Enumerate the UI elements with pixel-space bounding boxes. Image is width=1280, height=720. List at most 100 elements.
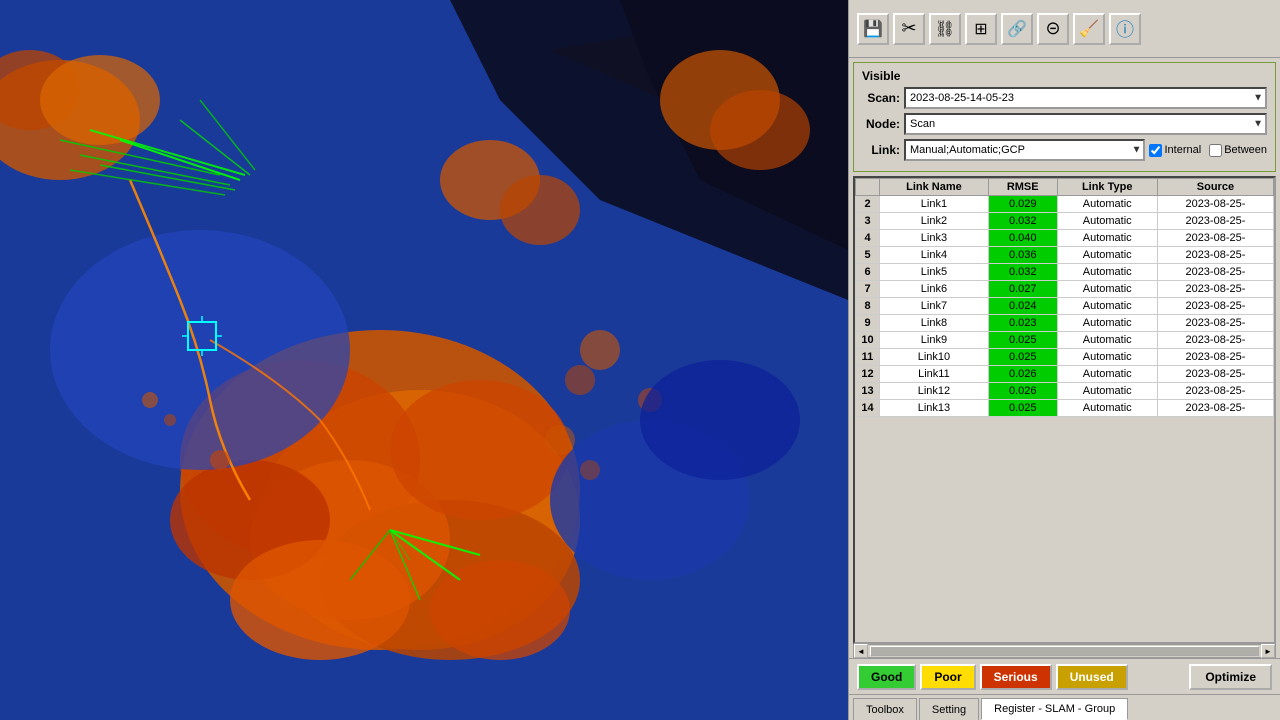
grid-button[interactable]: ⊞ xyxy=(965,13,997,45)
optimize-button[interactable]: Optimize xyxy=(1189,664,1272,690)
cell-source: 2023-08-25- xyxy=(1157,213,1273,230)
tab-setting[interactable]: Setting xyxy=(919,698,979,720)
cell-index: 6 xyxy=(856,264,880,281)
info-button[interactable]: ⓘ xyxy=(1109,13,1141,45)
chain-button[interactable]: 🔗 xyxy=(1001,13,1033,45)
table-header-row: Link Name RMSE Link Type Source xyxy=(856,179,1274,196)
cell-index: 4 xyxy=(856,230,880,247)
table-row[interactable]: 12 Link11 0.026 Automatic 2023-08-25- xyxy=(856,366,1274,383)
cell-name: Link11 xyxy=(880,366,989,383)
scroll-thumb[interactable] xyxy=(870,646,1259,656)
table-row[interactable]: 5 Link4 0.036 Automatic 2023-08-25- xyxy=(856,247,1274,264)
node-label: Node: xyxy=(862,117,900,131)
table-row[interactable]: 14 Link13 0.025 Automatic 2023-08-25- xyxy=(856,400,1274,417)
scan-dropdown[interactable]: 2023-08-25-14-05-23 ▼ xyxy=(904,87,1267,109)
table-scroll[interactable]: Link Name RMSE Link Type Source 2 Link1 … xyxy=(853,176,1276,644)
col-rmse: RMSE xyxy=(988,179,1057,196)
link-value: Manual;Automatic;GCP xyxy=(910,144,1025,156)
node-row: Node: Scan ▼ xyxy=(862,113,1267,135)
node-dropdown[interactable]: Scan ▼ xyxy=(904,113,1267,135)
col-link-name: Link Name xyxy=(880,179,989,196)
cell-rmse: 0.023 xyxy=(988,315,1057,332)
cell-name: Link9 xyxy=(880,332,989,349)
cell-source: 2023-08-25- xyxy=(1157,264,1273,281)
legend-good-button[interactable]: Good xyxy=(857,664,916,690)
cell-index: 7 xyxy=(856,281,880,298)
link-dropdown[interactable]: Manual;Automatic;GCP ▼ xyxy=(904,139,1145,161)
cell-rmse: 0.032 xyxy=(988,264,1057,281)
cell-type: Automatic xyxy=(1057,230,1157,247)
scroll-right-button[interactable]: ► xyxy=(1261,644,1275,658)
internal-checkbox-label[interactable]: Internal xyxy=(1149,144,1201,157)
table-row[interactable]: 6 Link5 0.032 Automatic 2023-08-25- xyxy=(856,264,1274,281)
right-panel: 💾 ✂ ⛓ ⊞ 🔗 ⊝ 🧹 ⓘ Visible Scan: 2023-08-25… xyxy=(848,0,1280,720)
table-row[interactable]: 13 Link12 0.026 Automatic 2023-08-25- xyxy=(856,383,1274,400)
cell-rmse: 0.040 xyxy=(988,230,1057,247)
cell-source: 2023-08-25- xyxy=(1157,230,1273,247)
toolbar: 💾 ✂ ⛓ ⊞ 🔗 ⊝ 🧹 ⓘ xyxy=(849,0,1280,58)
cell-index: 8 xyxy=(856,298,880,315)
save-button[interactable]: 💾 xyxy=(857,13,889,45)
cell-name: Link1 xyxy=(880,196,989,213)
cell-source: 2023-08-25- xyxy=(1157,196,1273,213)
table-row[interactable]: 9 Link8 0.023 Automatic 2023-08-25- xyxy=(856,315,1274,332)
table-row[interactable]: 7 Link6 0.027 Automatic 2023-08-25- xyxy=(856,281,1274,298)
link-tool-button[interactable]: ⛓ xyxy=(929,13,961,45)
col-link-type: Link Type xyxy=(1057,179,1157,196)
table-row[interactable]: 4 Link3 0.040 Automatic 2023-08-25- xyxy=(856,230,1274,247)
scan-arrow-icon: ▼ xyxy=(1253,93,1263,104)
legend-bar: Good Poor Serious Unused Optimize xyxy=(849,658,1280,694)
cell-rmse: 0.032 xyxy=(988,213,1057,230)
cell-name: Link2 xyxy=(880,213,989,230)
cell-name: Link7 xyxy=(880,298,989,315)
scroll-left-button[interactable]: ◄ xyxy=(854,644,868,658)
cell-name: Link4 xyxy=(880,247,989,264)
tab-register-slam-group[interactable]: Register - SLAM - Group xyxy=(981,698,1128,720)
cell-index: 9 xyxy=(856,315,880,332)
cell-type: Automatic xyxy=(1057,247,1157,264)
map-panel[interactable] xyxy=(0,0,848,720)
broom-button[interactable]: 🧹 xyxy=(1073,13,1105,45)
scan-label: Scan: xyxy=(862,91,900,105)
internal-checkbox[interactable] xyxy=(1149,144,1162,157)
between-label: Between xyxy=(1224,144,1267,156)
table-row[interactable]: 3 Link2 0.032 Automatic 2023-08-25- xyxy=(856,213,1274,230)
cell-name: Link3 xyxy=(880,230,989,247)
col-source: Source xyxy=(1157,179,1273,196)
legend-poor-button[interactable]: Poor xyxy=(920,664,975,690)
cell-type: Automatic xyxy=(1057,298,1157,315)
between-checkbox-label[interactable]: Between xyxy=(1209,144,1267,157)
cell-type: Automatic xyxy=(1057,213,1157,230)
tab-toolbox[interactable]: Toolbox xyxy=(853,698,917,720)
circle-button[interactable]: ⊝ xyxy=(1037,13,1069,45)
cell-rmse: 0.024 xyxy=(988,298,1057,315)
visible-title: Visible xyxy=(862,69,1267,83)
cell-source: 2023-08-25- xyxy=(1157,349,1273,366)
table-row[interactable]: 10 Link9 0.025 Automatic 2023-08-25- xyxy=(856,332,1274,349)
table-hscroll[interactable]: ◄ ► xyxy=(853,644,1276,658)
cell-type: Automatic xyxy=(1057,281,1157,298)
node-value: Scan xyxy=(910,118,935,130)
cell-type: Automatic xyxy=(1057,349,1157,366)
table-row[interactable]: 2 Link1 0.029 Automatic 2023-08-25- xyxy=(856,196,1274,213)
scan-row: Scan: 2023-08-25-14-05-23 ▼ xyxy=(862,87,1267,109)
cell-name: Link13 xyxy=(880,400,989,417)
cell-name: Link8 xyxy=(880,315,989,332)
cell-source: 2023-08-25- xyxy=(1157,383,1273,400)
cell-type: Automatic xyxy=(1057,332,1157,349)
table-row[interactable]: 11 Link10 0.025 Automatic 2023-08-25- xyxy=(856,349,1274,366)
cell-name: Link6 xyxy=(880,281,989,298)
cell-rmse: 0.025 xyxy=(988,349,1057,366)
cell-name: Link5 xyxy=(880,264,989,281)
cell-source: 2023-08-25- xyxy=(1157,366,1273,383)
legend-unused-button[interactable]: Unused xyxy=(1056,664,1128,690)
cell-index: 12 xyxy=(856,366,880,383)
cell-rmse: 0.027 xyxy=(988,281,1057,298)
table-row[interactable]: 8 Link7 0.024 Automatic 2023-08-25- xyxy=(856,298,1274,315)
cursor-button[interactable]: ✂ xyxy=(893,13,925,45)
cell-rmse: 0.026 xyxy=(988,383,1057,400)
cell-index: 5 xyxy=(856,247,880,264)
link-table: Link Name RMSE Link Type Source 2 Link1 … xyxy=(855,178,1274,417)
between-checkbox[interactable] xyxy=(1209,144,1222,157)
legend-serious-button[interactable]: Serious xyxy=(980,664,1052,690)
